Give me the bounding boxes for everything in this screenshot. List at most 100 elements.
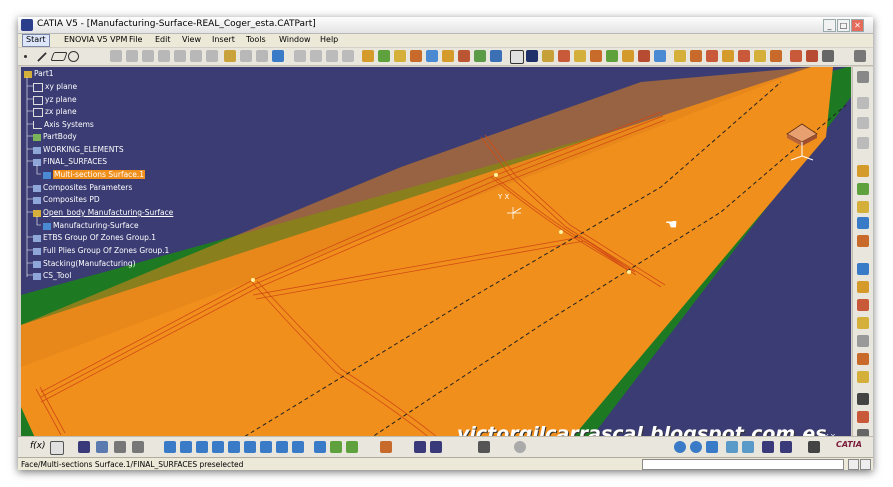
rosette-icon[interactable] — [542, 50, 554, 62]
explode-side-icon[interactable] — [857, 353, 869, 365]
paste-icon[interactable] — [857, 137, 869, 149]
menu-edit[interactable]: Edit — [155, 35, 171, 44]
trim-icon[interactable] — [256, 50, 268, 62]
copy-icon[interactable] — [857, 117, 869, 129]
numerical-analysis-icon[interactable] — [574, 50, 586, 62]
composites-icon[interactable] — [362, 50, 374, 62]
catia-app-icon[interactable] — [21, 19, 33, 31]
table-icon[interactable] — [78, 441, 90, 453]
rotate-view-icon[interactable] — [674, 441, 686, 453]
material-side-icon[interactable] — [857, 299, 869, 311]
capture-icon[interactable] — [478, 441, 490, 453]
transform-side-icon[interactable] — [857, 393, 869, 405]
tree-node-final-surfaces[interactable]: FINAL_SURFACES — [33, 157, 107, 166]
transform-icon[interactable] — [272, 50, 284, 62]
toolbar-more-icon[interactable] — [854, 50, 866, 62]
sensor-icon[interactable] — [114, 441, 126, 453]
analysis-side-icon[interactable] — [857, 263, 869, 275]
laser-icon[interactable] — [654, 50, 666, 62]
tree-node-composites-parameters[interactable]: Composites Parameters — [33, 183, 132, 192]
surface-icon[interactable] — [110, 50, 122, 62]
ramp-icon[interactable] — [722, 50, 734, 62]
3d-viewport[interactable]: Part1 xy plane yz plane zx plane Axis Sy… — [21, 67, 851, 451]
measure-icon[interactable] — [790, 50, 802, 62]
menu-insert[interactable]: Insert — [212, 35, 235, 44]
catalog-icon[interactable] — [96, 441, 108, 453]
iso-view-icon[interactable] — [292, 441, 304, 453]
core-sampling-icon[interactable] — [770, 50, 782, 62]
split-icon[interactable] — [240, 50, 252, 62]
menu-window[interactable]: Window — [279, 35, 311, 44]
tree-node-open-body[interactable]: Open_body Manufacturing-Surface — [33, 208, 173, 217]
reaction-icon[interactable] — [132, 441, 144, 453]
synchronize-side-icon[interactable] — [857, 371, 869, 383]
section-icon[interactable] — [742, 441, 754, 453]
revolve-icon[interactable] — [142, 50, 154, 62]
zone-side-icon[interactable] — [857, 183, 869, 195]
flatten-icon[interactable] — [526, 50, 538, 62]
plane-icon[interactable] — [50, 52, 68, 61]
limit-side-icon[interactable] — [857, 317, 869, 329]
extract-icon[interactable] — [294, 50, 306, 62]
extrude-icon[interactable] — [126, 50, 138, 62]
zone-icon[interactable] — [394, 50, 406, 62]
inspection-icon[interactable] — [726, 441, 738, 453]
normal-view-icon[interactable] — [260, 441, 272, 453]
swap-icon[interactable] — [822, 50, 834, 62]
rosette-side-icon[interactable] — [857, 217, 869, 229]
tree-node-working-elements[interactable]: WORKING_ELEMENTS — [33, 145, 124, 154]
settings-icon[interactable] — [808, 441, 820, 453]
export-icon[interactable] — [590, 50, 602, 62]
minimize-button[interactable]: _ — [823, 19, 836, 32]
compass-icon[interactable] — [783, 122, 821, 164]
cut-piece-icon[interactable] — [638, 50, 650, 62]
swap-visible-icon[interactable] — [346, 441, 358, 453]
measure-side-icon[interactable] — [857, 335, 869, 347]
apply-material-icon[interactable] — [806, 50, 818, 62]
ply-table-icon[interactable] — [622, 50, 634, 62]
hide-show-icon[interactable] — [330, 441, 342, 453]
drop-off-icon[interactable] — [706, 50, 718, 62]
snap-icon[interactable] — [430, 441, 442, 453]
menu-enovia[interactable]: ENOVIA V5 VPM — [64, 35, 127, 44]
menu-file[interactable]: File — [129, 35, 142, 44]
comment-icon[interactable] — [50, 441, 64, 455]
sweep-icon[interactable] — [158, 50, 170, 62]
staggering-icon[interactable] — [738, 50, 750, 62]
boundary-icon[interactable] — [310, 50, 322, 62]
tree-node-manufacturing-surface[interactable]: Manufacturing-Surface — [43, 221, 139, 230]
fit-all-icon[interactable] — [180, 441, 192, 453]
pan-icon[interactable] — [196, 441, 208, 453]
core-side-icon[interactable] — [857, 281, 869, 293]
multi-view-icon[interactable] — [276, 441, 288, 453]
tree-node-composites-pd[interactable]: Composites PD — [33, 195, 100, 204]
menu-view[interactable]: View — [182, 35, 201, 44]
material-icon[interactable] — [558, 50, 570, 62]
stop-icon[interactable] — [860, 459, 871, 470]
cut-icon[interactable] — [857, 97, 869, 109]
explode-icon[interactable] — [754, 50, 766, 62]
orbit-icon[interactable] — [690, 441, 702, 453]
zoom-in-icon[interactable] — [228, 441, 240, 453]
inspect-icon[interactable] — [674, 50, 686, 62]
sketch-icon[interactable] — [510, 50, 524, 64]
core-icon[interactable] — [442, 50, 454, 62]
tree-node-etbs-group[interactable]: ETBS Group Of Zones Group.1 — [33, 233, 156, 242]
ply-icon[interactable] — [426, 50, 438, 62]
circle-icon[interactable] — [68, 51, 79, 62]
tree-node-multi-sections-surface[interactable]: Multi-sections Surface.1 — [43, 170, 146, 179]
menu-help[interactable]: Help — [320, 35, 338, 44]
menu-start[interactable]: Start — [22, 34, 50, 47]
assembly-icon[interactable] — [780, 441, 792, 453]
solid-icon[interactable] — [474, 50, 486, 62]
formula-icon[interactable]: f(x) — [30, 441, 48, 453]
export-side-icon[interactable] — [857, 411, 869, 423]
lock-icon[interactable] — [380, 441, 392, 453]
ply-group-icon[interactable] — [378, 50, 390, 62]
menu-tools[interactable]: Tools — [246, 35, 266, 44]
producibility-icon[interactable] — [490, 50, 502, 62]
synchronize-icon[interactable] — [690, 50, 702, 62]
stacking-icon[interactable] — [410, 50, 422, 62]
fill-icon[interactable] — [174, 50, 186, 62]
maximize-button[interactable]: □ — [837, 19, 850, 32]
